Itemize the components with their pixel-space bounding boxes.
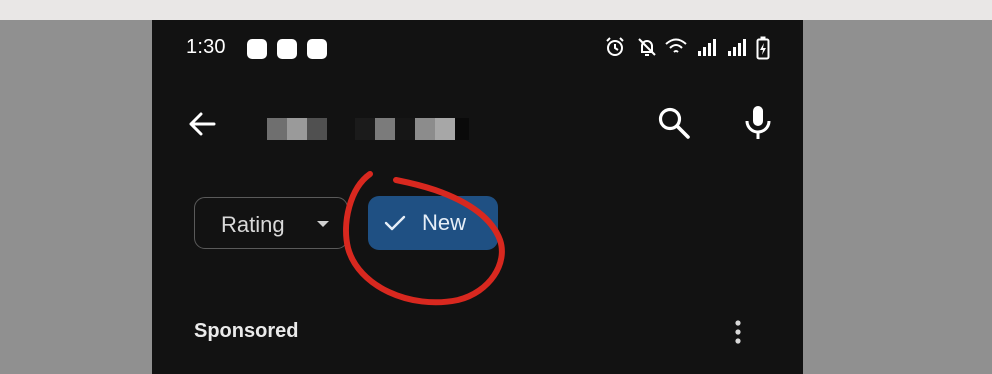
mute-icon <box>638 38 656 56</box>
annotation-circle <box>343 171 505 306</box>
alarm-icon <box>606 37 624 56</box>
redacted-search-query <box>267 118 469 140</box>
more-options-icon[interactable] <box>732 318 744 346</box>
browser-top-strip <box>0 0 992 20</box>
dropdown-arrow-icon <box>317 221 329 227</box>
rating-filter-chip[interactable]: Rating <box>194 197 348 249</box>
app-notification-icon <box>307 39 327 59</box>
signal-icon <box>728 39 746 56</box>
signal-icon <box>698 39 716 56</box>
app-notification-icon <box>247 39 267 59</box>
search-icon[interactable] <box>657 106 691 140</box>
mic-icon[interactable] <box>742 104 774 142</box>
arrow-back-icon[interactable] <box>186 108 218 140</box>
sponsored-label: Sponsored <box>194 320 299 342</box>
status-time: 1:30 <box>186 36 226 58</box>
phone-screen: 1:30 Rating New Sponsored <box>152 20 803 374</box>
rating-chip-label: Rating <box>221 212 285 237</box>
battery-charging-icon <box>756 36 770 60</box>
app-notification-icon <box>277 39 297 59</box>
wifi-icon <box>665 38 687 53</box>
